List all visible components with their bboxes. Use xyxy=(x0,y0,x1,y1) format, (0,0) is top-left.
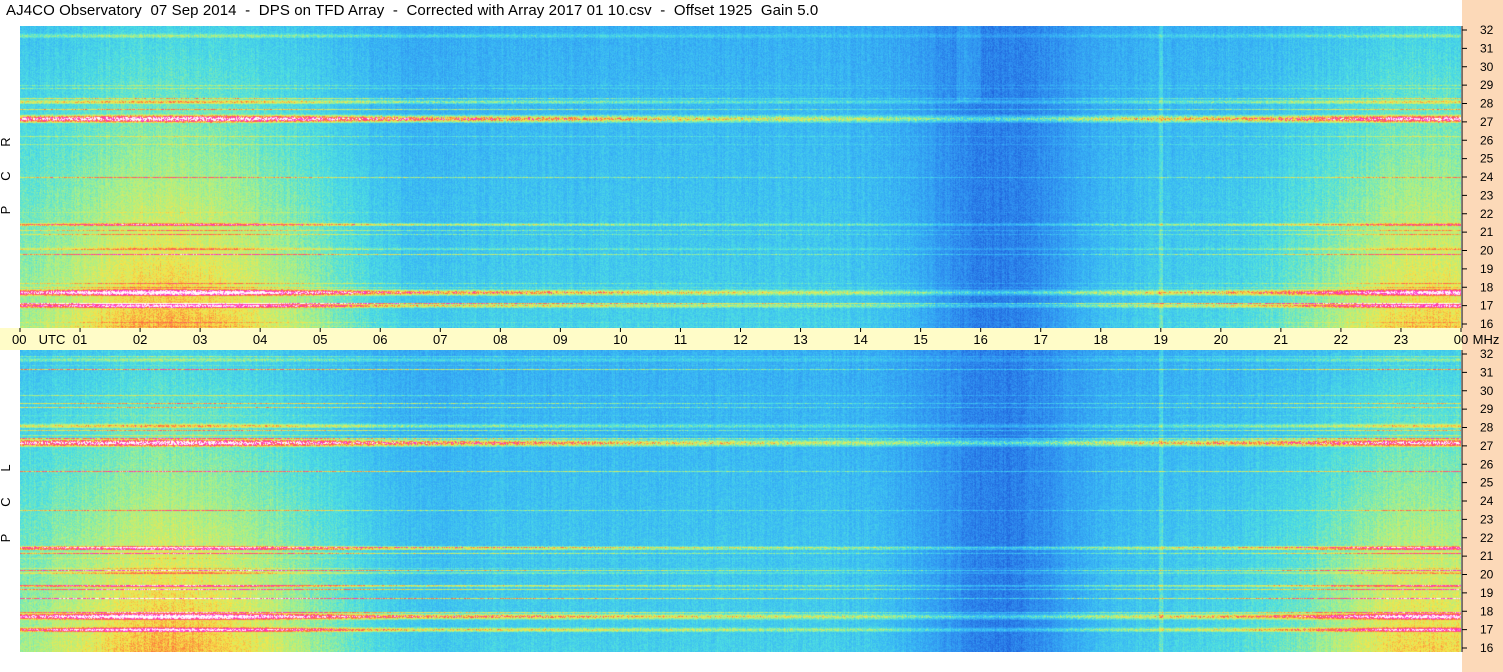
utc-tick-label: 09 xyxy=(553,332,567,347)
utc-tick-label: 16 xyxy=(973,332,987,347)
freq-tick-label: 26 xyxy=(1480,133,1494,147)
utc-tick-label: 18 xyxy=(1094,332,1108,347)
freq-tick-label: 18 xyxy=(1480,280,1494,294)
freq-tick-label: 29 xyxy=(1480,402,1494,416)
utc-tick-label: 17 xyxy=(1033,332,1047,347)
utc-tick-label: 12 xyxy=(733,332,747,347)
freq-tick-label: 17 xyxy=(1480,299,1494,313)
utc-tick-label: 04 xyxy=(253,332,267,347)
utc-tick-label: 20 xyxy=(1214,332,1228,347)
polarization-letter: L xyxy=(0,464,13,471)
utc-tick-label: 06 xyxy=(373,332,387,347)
freq-tick-label: 16 xyxy=(1480,641,1494,655)
freq-tick-label: 25 xyxy=(1480,476,1494,490)
utc-tick-label: 14 xyxy=(853,332,867,347)
freq-tick-label: 20 xyxy=(1480,568,1494,582)
freq-tick-label: 22 xyxy=(1480,207,1494,221)
freq-tick-label: 17 xyxy=(1480,623,1494,637)
freq-tick-label: 32 xyxy=(1480,23,1494,37)
utc-tick-label: 10 xyxy=(613,332,627,347)
freq-tick-label: 25 xyxy=(1480,152,1494,166)
freq-tick-label: 27 xyxy=(1480,439,1494,453)
freq-tick-label: 20 xyxy=(1480,244,1494,258)
utc-tick-label: 15 xyxy=(913,332,927,347)
freq-tick-label: 23 xyxy=(1480,188,1494,202)
utc-tick-label: 07 xyxy=(433,332,447,347)
mhz-unit-label: MHz xyxy=(1473,332,1500,347)
freq-tick-label: 28 xyxy=(1480,97,1494,111)
freq-tick-label: 21 xyxy=(1480,225,1494,239)
utc-tick-label: 21 xyxy=(1274,332,1288,347)
freq-tick-label: 31 xyxy=(1480,365,1494,379)
polarization-letter: C xyxy=(0,171,13,180)
utc-tick-label: 23 xyxy=(1394,332,1408,347)
utc-tick-label: 11 xyxy=(674,332,688,347)
freq-tick-label: 16 xyxy=(1480,317,1494,331)
polarization-letter: P xyxy=(0,534,13,543)
utc-tick-label: 08 xyxy=(493,332,507,347)
freq-tick-label: 32 xyxy=(1480,347,1494,361)
freq-tick-label: 24 xyxy=(1480,494,1494,508)
freq-tick-label: 18 xyxy=(1480,604,1494,618)
utc-tick-label: 13 xyxy=(793,332,807,347)
utc-tick-label: 03 xyxy=(193,332,207,347)
utc-tick-label: 00 xyxy=(1454,332,1468,347)
freq-tick-label: 22 xyxy=(1480,531,1494,545)
utc-tick-label: 22 xyxy=(1334,332,1348,347)
utc-tick-label: 19 xyxy=(1154,332,1168,347)
freq-tick-label: 24 xyxy=(1480,170,1494,184)
axes-overlay: 32 31 30 29 28 27 26 25 24 23 22 21 20 19 18 17 16 32 31 30… xyxy=(0,23,1500,655)
freq-tick-label: 27 xyxy=(1480,115,1494,129)
freq-tick-label: 26 xyxy=(1480,457,1494,471)
utc-tick-label: 00 xyxy=(12,332,26,347)
utc-unit-label: UTC xyxy=(39,332,66,347)
polarization-letter: C xyxy=(0,497,13,506)
polarization-letter: R xyxy=(0,137,13,146)
utc-tick-label: 02 xyxy=(133,332,147,347)
freq-tick-label: 23 xyxy=(1480,512,1494,526)
freq-tick-label: 31 xyxy=(1480,41,1494,55)
freq-tick-label: 28 xyxy=(1480,421,1494,435)
polarization-letter: P xyxy=(0,206,13,215)
freq-tick-label: 21 xyxy=(1480,549,1494,563)
freq-tick-label: 30 xyxy=(1480,384,1494,398)
utc-tick-label: 01 xyxy=(73,332,87,347)
freq-tick-label: 19 xyxy=(1480,262,1494,276)
freq-tick-label: 19 xyxy=(1480,586,1494,600)
utc-tick-label: 05 xyxy=(313,332,327,347)
freq-tick-label: 29 xyxy=(1480,78,1494,92)
freq-tick-label: 30 xyxy=(1480,60,1494,74)
